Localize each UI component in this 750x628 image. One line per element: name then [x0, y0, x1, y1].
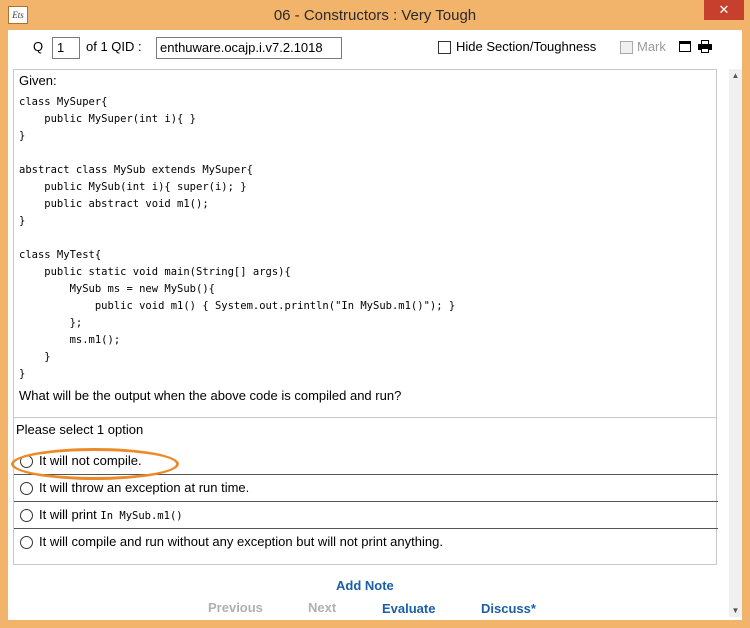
printer-icon[interactable]	[698, 40, 712, 53]
code-listing: class MySuper{ public MySuper(int i){ } …	[19, 96, 456, 380]
option-text[interactable]: It will print In MySub.m1()	[39, 507, 183, 522]
scroll-down-icon[interactable]: ▼	[729, 604, 742, 617]
app-window: Ets 06 - Constructors : Very Tough ✕ Q 1…	[0, 0, 750, 628]
evaluate-button[interactable]: Evaluate	[382, 601, 435, 616]
qid-field[interactable]: enthuware.ocajp.i.v7.2.1018	[156, 37, 342, 59]
mark-label: Mark	[637, 39, 666, 54]
mark-checkbox[interactable]	[620, 41, 633, 54]
option-1[interactable]: It will not compile.	[14, 448, 718, 475]
hide-section-label[interactable]: Hide Section/Toughness	[456, 39, 596, 54]
title-bar[interactable]: Ets 06 - Constructors : Very Tough ✕	[0, 0, 750, 30]
option-code: In MySub.m1()	[100, 510, 183, 522]
previous-button[interactable]: Previous	[208, 600, 263, 615]
select-instruction: Please select 1 option	[16, 422, 144, 437]
add-note-button[interactable]: Add Note	[336, 578, 394, 593]
question-prompt: What will be the output when the above c…	[19, 388, 402, 403]
question-number-input[interactable]: 1	[52, 37, 80, 59]
hide-section-checkbox[interactable]	[438, 41, 451, 54]
question-number-label: Q	[33, 39, 44, 54]
option-radio[interactable]	[20, 455, 33, 468]
option-radio[interactable]	[20, 482, 33, 495]
options-panel: Please select 1 option It will not compi…	[13, 417, 718, 565]
option-text[interactable]: It will not compile.	[39, 453, 142, 468]
window-title: 06 - Constructors : Very Tough	[273, 7, 477, 24]
question-count-label: of 1 QID :	[86, 39, 142, 54]
option-3[interactable]: It will print In MySub.m1()	[14, 502, 718, 529]
question-panel: Given: class MySuper{ public MySuper(int…	[13, 69, 717, 437]
window-icon[interactable]	[679, 41, 691, 52]
option-text[interactable]: It will throw an exception at run time.	[39, 480, 249, 495]
question-toolbar: Q 1 of 1 QID : enthuware.ocajp.i.v7.2.10…	[8, 30, 742, 66]
vertical-scrollbar[interactable]: ▲ ▼	[729, 69, 742, 617]
scroll-up-icon[interactable]: ▲	[729, 69, 742, 82]
option-text-prefix: It will print	[39, 507, 101, 522]
option-2[interactable]: It will throw an exception at run time.	[14, 475, 718, 502]
option-radio[interactable]	[20, 536, 33, 549]
discuss-button[interactable]: Discuss*	[481, 601, 536, 616]
option-4[interactable]: It will compile and run without any exce…	[14, 529, 718, 556]
option-text[interactable]: It will compile and run without any exce…	[39, 534, 443, 549]
given-label: Given:	[19, 73, 57, 88]
client-area: Q 1 of 1 QID : enthuware.ocajp.i.v7.2.10…	[8, 30, 742, 620]
close-button[interactable]: ✕	[704, 0, 744, 20]
next-button[interactable]: Next	[308, 600, 336, 615]
option-radio[interactable]	[20, 509, 33, 522]
